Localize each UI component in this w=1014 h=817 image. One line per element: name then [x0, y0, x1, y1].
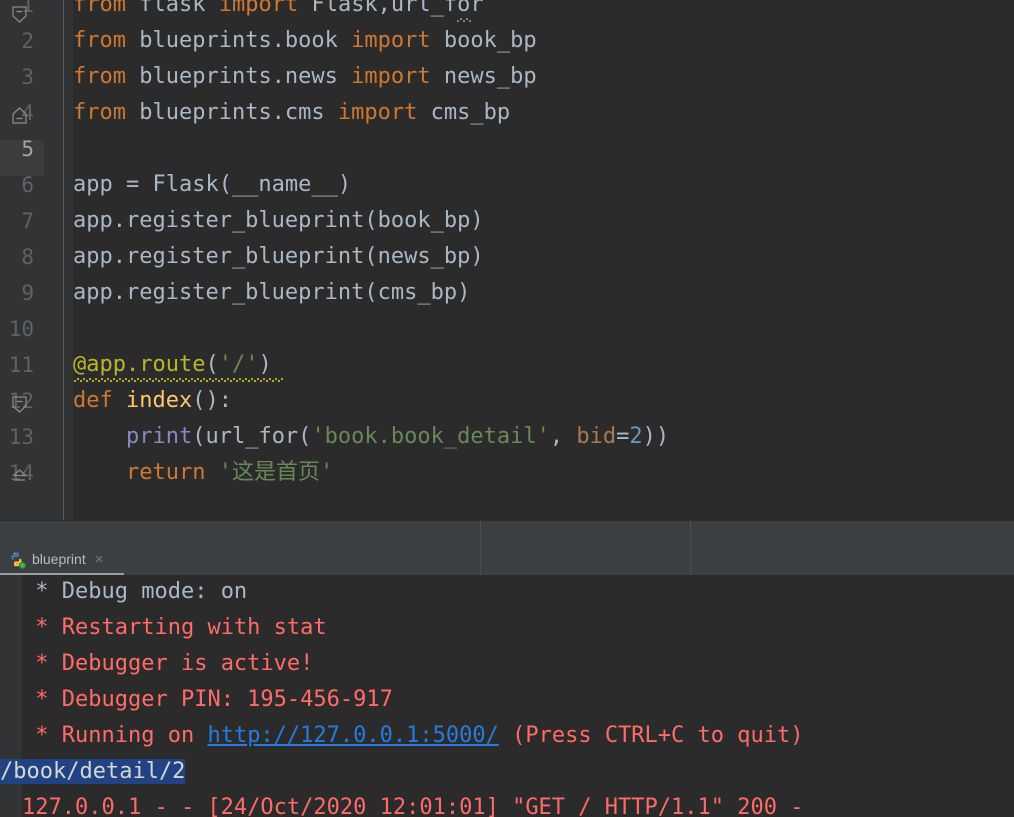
- keyword-from-4: from: [73, 100, 126, 125]
- console-line-access-log: 127.0.0.1 - - [24/Oct/2020 12:01:01] "GE…: [22, 795, 804, 817]
- fold-marker-line-1[interactable]: [10, 5, 29, 24]
- decorator-paren-close: ): [258, 352, 272, 377]
- import-name-cms-bp: cms_bp: [430, 100, 511, 125]
- running-indicator-dot: [19, 562, 26, 569]
- code-line-7: app.register_blueprint(book_bp): [73, 208, 484, 233]
- kwarg-bid: bid: [576, 424, 617, 449]
- console-line-debug-mode: * Debug mode: on: [22, 575, 247, 610]
- keyword-import-2: import: [351, 28, 431, 53]
- line-number-9: 9: [21, 281, 34, 305]
- pycharm-window: 1 2 3 4 5 6 7 8 9 10 11 12 13 14 from fl…: [0, 0, 1014, 817]
- import-name-news-bp: news_bp: [443, 64, 537, 89]
- decorator-app-route: @app.route: [73, 352, 206, 377]
- builtin-print: print: [125, 424, 193, 449]
- console-line-debugger-active: * Debugger is active!: [22, 646, 313, 682]
- code-line-6: app = Flask(__name__): [73, 172, 352, 197]
- keyword-import-4: import: [337, 100, 418, 125]
- python-icon: [8, 551, 26, 569]
- splitter-border: [0, 520, 1014, 521]
- print-close: )): [642, 424, 670, 449]
- keyword-import-1: import: [218, 0, 299, 17]
- console-line-restarting: * Restarting with stat: [22, 610, 327, 646]
- console-bullet-2: *: [22, 615, 62, 640]
- close-icon[interactable]: ×: [95, 544, 104, 575]
- module-flask: flask: [139, 0, 206, 17]
- typo-underline-comma: [456, 18, 472, 22]
- console-text-debugger-pin: Debugger PIN: 195-456-917: [61, 687, 393, 712]
- keyword-from-2: from: [73, 28, 126, 53]
- code-line-13: print(url_for('book.book_detail', bid=2)…: [73, 419, 669, 455]
- console-text-debug-mode: Debug mode: on: [61, 579, 248, 604]
- keyword-return: return: [125, 460, 206, 485]
- module-blueprints-cms: blueprints.cms: [139, 100, 325, 125]
- code-line-4: from blueprints.cms import cms_bp: [73, 95, 510, 131]
- import-name-book-bp: book_bp: [443, 28, 537, 53]
- code-folding-strip[interactable]: [44, 0, 73, 520]
- function-name-index: index: [126, 388, 193, 413]
- console-link-server-url[interactable]: http://127.0.0.1:5000/: [207, 723, 498, 748]
- tabbar-separator-1: [480, 544, 481, 575]
- line-number-5: 5: [21, 137, 34, 161]
- keyword-def: def: [73, 388, 113, 413]
- code-line-2: from blueprints.book import book_bp: [73, 23, 537, 59]
- string-chinese-homepage: '这是首页': [218, 460, 334, 485]
- line-number-8: 8: [21, 245, 34, 269]
- fold-marker-line-4[interactable]: [10, 107, 29, 126]
- code-text-area[interactable]: from flask import Flask,url_for from blu…: [73, 0, 1014, 520]
- line-number-6: 6: [21, 173, 34, 197]
- number-2: 2: [629, 424, 643, 449]
- console-bullet-3: *: [22, 651, 62, 676]
- line-number-2: 2: [21, 29, 34, 53]
- console-selected-text[interactable]: /book/detail/2: [0, 759, 186, 784]
- code-line-1: from flask import Flask,url_for: [73, 0, 484, 23]
- console-line-running-on: * Running on http://127.0.0.1:5000/ (Pre…: [22, 718, 804, 754]
- editor-console-splitter[interactable]: [0, 520, 1014, 544]
- console-text-debugger-active: Debugger is active!: [61, 651, 314, 676]
- decorator-paren-open: (: [205, 352, 219, 377]
- line-number-11: 11: [8, 353, 34, 377]
- kwarg-equals: =: [616, 424, 630, 449]
- module-blueprints-news: blueprints.news: [139, 64, 338, 89]
- tab-blueprint[interactable]: blueprint ×: [4, 544, 111, 575]
- code-line-12: def index():: [73, 383, 232, 419]
- keyword-from-3: from: [73, 64, 126, 89]
- code-line-8: app.register_blueprint(news_bp): [73, 244, 484, 269]
- console-line-debugger-pin: * Debugger PIN: 195-456-917: [22, 682, 393, 718]
- keyword-import-3: import: [351, 64, 431, 89]
- module-blueprints-book: blueprints.book: [139, 28, 338, 53]
- console-bullet-4: *: [22, 687, 62, 712]
- console-text-press-ctrl-c: (Press CTRL+C to quit): [498, 723, 804, 748]
- console-bullet-5: *: [22, 723, 62, 748]
- string-endpoint: 'book.book_detail': [311, 424, 550, 449]
- console-bullet-1: *: [22, 579, 62, 604]
- line-number-13: 13: [8, 425, 34, 449]
- warning-underline-decorator: [73, 378, 284, 382]
- console-text-restarting: Restarting with stat: [61, 615, 327, 640]
- print-comma: ,: [549, 424, 577, 449]
- fold-marker-line-14[interactable]: [10, 468, 29, 487]
- line-number-7: 7: [21, 209, 34, 233]
- code-editor[interactable]: 1 2 3 4 5 6 7 8 9 10 11 12 13 14 from fl…: [0, 0, 1014, 520]
- code-line-9: app.register_blueprint(cms_bp): [73, 280, 471, 305]
- console-line-selected-output[interactable]: /book/detail/2: [0, 754, 186, 790]
- code-line-3: from blueprints.news import news_bp: [73, 59, 537, 95]
- fold-marker-line-12[interactable]: [10, 395, 29, 414]
- function-signature-tail: ():: [192, 388, 232, 413]
- code-line-14: return '这是首页': [73, 455, 333, 491]
- tabbar-separator-2: [690, 544, 691, 575]
- line-number-10: 10: [8, 317, 34, 341]
- line-number-3: 3: [21, 65, 34, 89]
- console-text-running-on: Running on: [61, 723, 208, 748]
- folding-guide-line: [63, 0, 64, 520]
- run-tool-window-tabbar: blueprint ×: [0, 544, 1014, 576]
- decorator-route-string: '/': [218, 352, 259, 377]
- splitter-tick-1: [480, 520, 481, 544]
- splitter-tick-2: [690, 520, 691, 544]
- keyword-from-1: from: [73, 0, 126, 17]
- print-open-urlfor: (url_for(: [192, 424, 312, 449]
- tab-label-blueprint: blueprint: [32, 551, 86, 567]
- import-names-1: Flask,url_for: [311, 0, 484, 17]
- run-console[interactable]: * Debug mode: on * Restarting with stat …: [0, 575, 1014, 817]
